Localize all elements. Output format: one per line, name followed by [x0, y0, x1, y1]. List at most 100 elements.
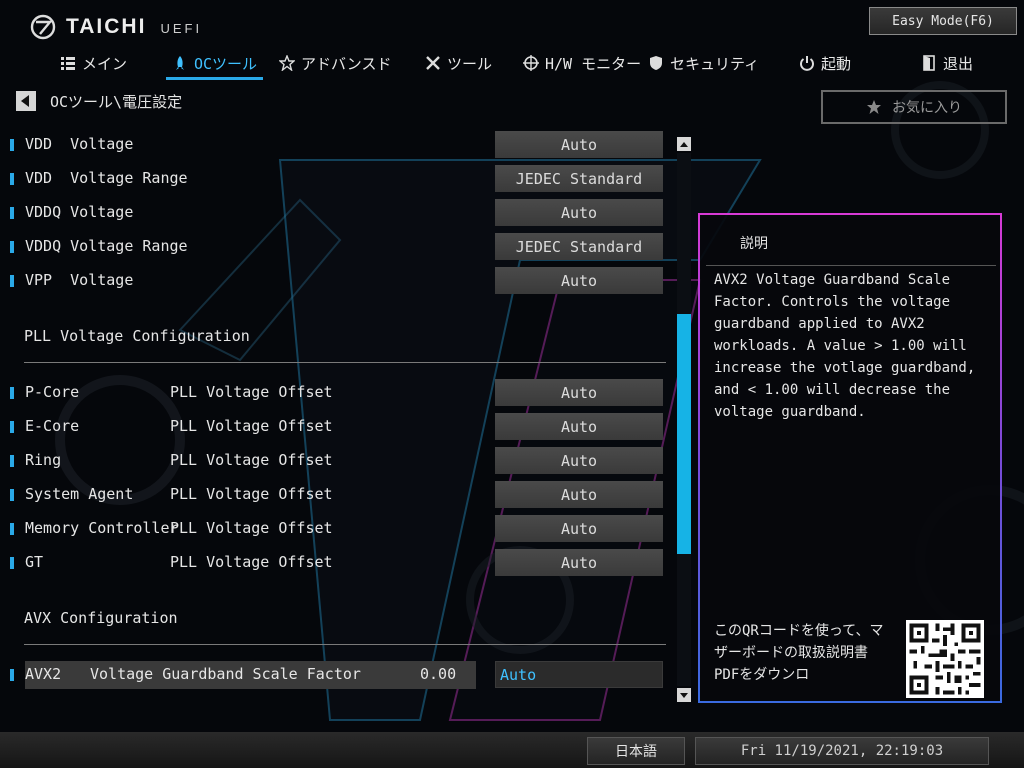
setting-row-vdd-voltage-range[interactable]: VDD Voltage Range JEDEC Standard: [0, 162, 680, 196]
tab-oc-tools[interactable]: OCツール: [165, 48, 264, 80]
setting-value[interactable]: Auto: [495, 447, 663, 474]
setting-label: Memory Controller: [25, 519, 179, 537]
setting-row-memory-controller-pll[interactable]: Memory Controller PLL Voltage Offset Aut…: [0, 512, 680, 546]
setting-row-ecore-pll[interactable]: E-Core PLL Voltage Offset Auto: [0, 410, 680, 444]
back-button[interactable]: [16, 91, 36, 111]
tab-boot[interactable]: 起動: [799, 48, 851, 78]
setting-value[interactable]: Auto: [495, 413, 663, 440]
setting-row-vddq-voltage[interactable]: VDDQ Voltage Auto: [0, 196, 680, 230]
setting-value[interactable]: Auto: [495, 199, 663, 226]
setting-label: VDDQ Voltage: [25, 203, 134, 221]
tab-hw-monitor-label: H/W モニター: [545, 54, 642, 73]
setting-value[interactable]: Auto: [495, 549, 663, 576]
rocket-icon: [176, 56, 184, 70]
description-divider: [706, 265, 996, 266]
tab-oc-tools-label: OCツール: [194, 54, 258, 73]
setting-sublabel: PLL Voltage Offset: [170, 553, 333, 571]
section-divider: [24, 644, 666, 645]
row-bullet: [10, 669, 14, 681]
tab-tools[interactable]: ツール: [425, 48, 492, 78]
setting-sublabel: PLL Voltage Offset: [170, 485, 333, 503]
row-bullet: [10, 173, 14, 185]
setting-label: VDD Voltage: [25, 135, 134, 153]
setting-row-vpp-voltage[interactable]: VPP Voltage Auto: [0, 264, 680, 298]
brand-name: TAICHI: [66, 15, 147, 38]
setting-value[interactable]: JEDEC Standard: [495, 233, 663, 260]
star-icon: [279, 55, 295, 71]
setting-row-vddq-voltage-range[interactable]: VDDQ Voltage Range JEDEC Standard: [0, 230, 680, 264]
settings-list: VDD Voltage Auto VDD Voltage Range JEDEC…: [0, 128, 680, 712]
row-bullet: [10, 139, 14, 151]
setting-label: System Agent: [25, 485, 134, 503]
setting-value[interactable]: Auto: [495, 267, 663, 294]
row-bullet: [10, 387, 14, 399]
setting-row-avx2-guardband[interactable]: AVX2 Voltage Guardband Scale Factor 0.00…: [0, 658, 680, 692]
description-text: AVX2 Voltage Guardband Scale Factor. Con…: [714, 272, 976, 420]
setting-sublabel: PLL Voltage Offset: [170, 519, 333, 537]
setting-label: AVX2: [25, 665, 62, 683]
setting-label: P-Core: [25, 383, 80, 401]
row-bullet: [10, 523, 14, 535]
tab-exit-label: 退出: [943, 54, 974, 73]
shield-icon: [650, 56, 662, 70]
tab-advanced[interactable]: アドバンスド: [279, 48, 391, 78]
star-icon: [867, 100, 881, 114]
tab-tools-label: ツール: [447, 54, 493, 73]
tab-security-label: セキュリティ: [670, 54, 760, 73]
brand-suffix: UEFI: [160, 21, 203, 36]
setting-row-vdd-voltage[interactable]: VDD Voltage Auto: [0, 128, 680, 162]
current-value: 0.00: [420, 665, 457, 683]
setting-sublabel: PLL Voltage Offset: [170, 383, 333, 401]
setting-row-system-agent-pll[interactable]: System Agent PLL Voltage Offset Auto: [0, 478, 680, 512]
setting-row-pcore-pll[interactable]: P-Core PLL Voltage Offset Auto: [0, 376, 680, 410]
setting-sublabel: Voltage Guardband Scale Factor: [90, 665, 361, 683]
language-button[interactable]: 日本語: [587, 737, 685, 765]
power-icon: [800, 56, 814, 71]
tab-main[interactable]: メイン: [60, 48, 127, 78]
setting-value-input[interactable]: Auto: [495, 661, 663, 688]
setting-label: VDD Voltage Range: [25, 169, 188, 187]
setting-sublabel: PLL Voltage Offset: [170, 451, 333, 469]
scroll-down-button[interactable]: [677, 688, 691, 702]
setting-label: VDDQ Voltage Range: [25, 237, 188, 255]
scrollbar-thumb[interactable]: [677, 314, 691, 554]
tab-security[interactable]: セキュリティ: [648, 48, 759, 78]
row-bullet: [10, 489, 14, 501]
tab-boot-label: 起動: [821, 54, 852, 73]
setting-sublabel: PLL Voltage Offset: [170, 417, 333, 435]
list-icon: [61, 57, 75, 70]
row-bullet: [10, 275, 14, 287]
qr-code-icon: [906, 620, 984, 698]
setting-label: E-Core: [25, 417, 80, 435]
setting-value[interactable]: Auto: [495, 515, 663, 542]
main-nav: メイン OCツール アドバンスド ツール H/W モニター セキュリティ 起動 …: [0, 48, 1024, 80]
setting-row-gt-pll[interactable]: GT PLL Voltage Offset Auto: [0, 546, 680, 580]
favorite-button[interactable]: お気に入り: [821, 90, 1007, 124]
easy-mode-button[interactable]: Easy Mode(F6): [869, 7, 1017, 35]
setting-value[interactable]: Auto: [495, 481, 663, 508]
setting-value[interactable]: JEDEC Standard: [495, 165, 663, 192]
setting-value[interactable]: Auto: [495, 379, 663, 406]
section-divider: [24, 362, 666, 363]
wrench-screwdriver-icon: [426, 56, 440, 70]
row-bullet: [10, 207, 14, 219]
datetime-display: Fri 11/19/2021, 22:19:03: [695, 737, 989, 765]
qr-caption: このQRコードを使って、マザーボードの取扱説明書PDFをダウンロ: [714, 623, 884, 683]
scroll-up-button[interactable]: [677, 137, 691, 151]
section-title-pll: PLL Voltage Configuration: [24, 327, 250, 345]
breadcrumb-path: OCツール\電圧設定: [50, 92, 183, 111]
tab-exit[interactable]: 退出: [921, 48, 973, 78]
brand: TAICHI UEFI: [30, 10, 202, 44]
setting-row-ring-pll[interactable]: Ring PLL Voltage Offset Auto: [0, 444, 680, 478]
description-panel: 説明 AVX2 Voltage Guardband Scale Factor. …: [698, 213, 1002, 703]
tab-hw-monitor[interactable]: H/W モニター: [523, 48, 641, 78]
tab-main-label: メイン: [82, 54, 128, 73]
setting-label: VPP Voltage: [25, 271, 134, 289]
exit-door-icon: [923, 55, 935, 71]
scrollbar-track[interactable]: [677, 153, 691, 686]
favorite-label: お気に入り: [892, 100, 962, 116]
taichi-logo-icon: [30, 14, 56, 40]
description-title: 説明: [740, 236, 768, 252]
setting-value[interactable]: Auto: [495, 131, 663, 158]
section-title-avx: AVX Configuration: [24, 609, 178, 627]
